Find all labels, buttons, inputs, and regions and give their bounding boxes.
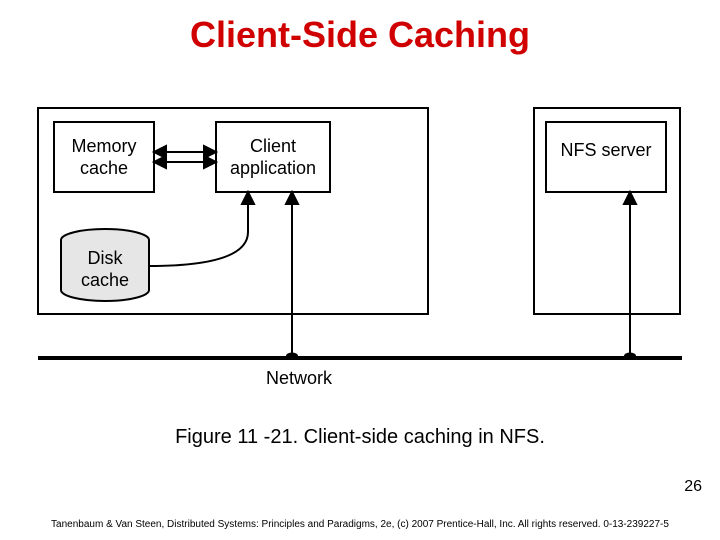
disk-cache-label-1: Disk: [88, 248, 124, 268]
page-number: 26: [684, 478, 702, 496]
client-app-label-1: Client: [250, 136, 296, 156]
client-app-label-2: application: [230, 158, 316, 178]
memory-cache-label-2: cache: [80, 158, 128, 178]
network-bar: Network: [38, 356, 682, 388]
footer-text: Tanenbaum & Van Steen, Distributed Syste…: [0, 519, 720, 530]
figure-caption: Figure 11 -21. Client-side caching in NF…: [0, 426, 720, 449]
nfs-server-box: NFS server: [546, 122, 666, 192]
memory-cache-box: Memory cache: [54, 122, 154, 192]
client-app-box: Client application: [216, 122, 330, 192]
disk-cache-cylinder: Disk cache: [61, 229, 149, 301]
memory-cache-label-1: Memory: [71, 136, 136, 156]
diagram-svg: Memory cache Client application NFS serv…: [34, 104, 686, 400]
slide: Client-Side Caching Memory cache Client …: [0, 0, 720, 540]
nfs-server-label: NFS server: [560, 140, 651, 160]
slide-title: Client-Side Caching: [0, 14, 720, 56]
disk-cache-label-2: cache: [81, 270, 129, 290]
diagram: Memory cache Client application NFS serv…: [34, 104, 686, 400]
network-label: Network: [266, 368, 333, 388]
